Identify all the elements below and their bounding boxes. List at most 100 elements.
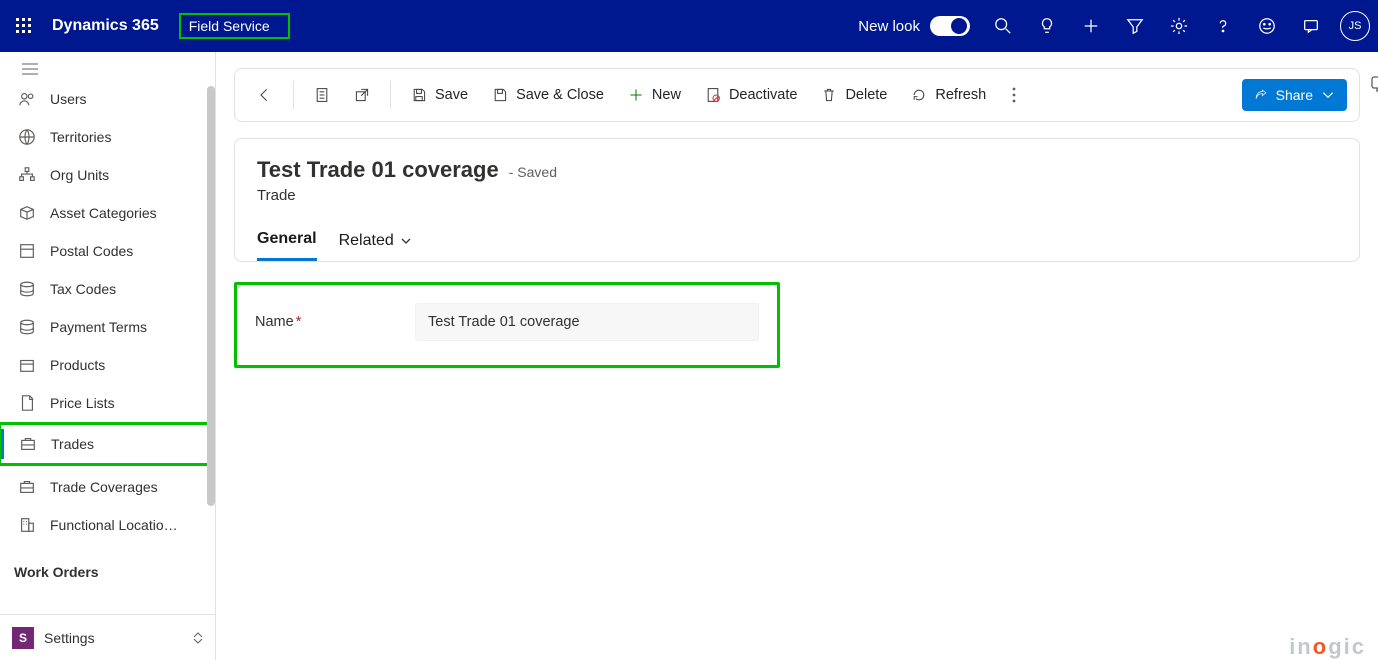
help-button[interactable] [1202, 0, 1244, 52]
back-icon [257, 87, 273, 103]
area-switcher[interactable]: S Settings [0, 614, 215, 660]
nav-item-trades[interactable]: Trades [1, 425, 212, 463]
nav-label: Postal Codes [50, 243, 133, 259]
nav-label: Org Units [50, 167, 109, 183]
watermark: inogic [1289, 634, 1366, 660]
search-icon [994, 17, 1012, 35]
nav-group-work-orders: Work Orders [0, 544, 215, 586]
question-icon [1214, 17, 1232, 35]
briefcase-icon [19, 435, 37, 453]
asset-icon [18, 204, 36, 222]
share-label: Share [1276, 87, 1313, 103]
save-close-icon [492, 87, 508, 103]
plus-icon [1082, 17, 1100, 35]
nav-item-price-lists[interactable]: Price Lists [0, 384, 215, 422]
form-icon [314, 87, 330, 103]
deactivate-button[interactable]: Deactivate [695, 77, 808, 113]
new-button[interactable]: New [618, 77, 691, 113]
refresh-button[interactable]: Refresh [901, 77, 996, 113]
copilot-rail-button[interactable] [1364, 68, 1378, 100]
gear-icon [1170, 17, 1188, 35]
nav-item-payment-terms[interactable]: Payment Terms [0, 308, 215, 346]
nav-item-postal-codes[interactable]: Postal Codes [0, 232, 215, 270]
new-look-label: New look [858, 18, 920, 35]
record-header: Test Trade 01 coverage - Saved Trade Gen… [234, 138, 1360, 262]
app-name[interactable]: Field Service [189, 18, 270, 34]
nav-scroll[interactable]: Users Territories Org Units Asset Catego… [0, 86, 215, 614]
funnel-icon [1126, 17, 1144, 35]
globe-icon [18, 128, 36, 146]
delete-button[interactable]: Delete [811, 77, 897, 113]
sidebar: Users Territories Org Units Asset Catego… [0, 52, 216, 660]
filter-button[interactable] [1114, 0, 1156, 52]
user-avatar[interactable]: JS [1340, 11, 1370, 41]
settings-button[interactable] [1158, 0, 1200, 52]
nav-label: Territories [50, 129, 111, 145]
nav-item-users[interactable]: Users [0, 86, 215, 118]
area-badge: S [12, 627, 34, 649]
tab-label: Related [339, 232, 394, 250]
record-saved-indicator: - Saved [509, 164, 557, 180]
field-name-label: Name* [255, 314, 415, 330]
share-button[interactable]: Share [1242, 79, 1347, 111]
area-updown-icon [193, 632, 203, 644]
nav-label: Functional Locatio… [50, 517, 178, 533]
deactivate-icon [705, 87, 721, 103]
save-button[interactable]: Save [401, 77, 478, 113]
nav-label: Products [50, 357, 105, 373]
stack-icon [18, 280, 36, 298]
avatar-initials: JS [1349, 20, 1362, 32]
search-button[interactable] [982, 0, 1024, 52]
waffle-icon [16, 18, 32, 34]
nav-item-territories[interactable]: Territories [0, 118, 215, 156]
box-icon [18, 356, 36, 374]
chat-icon [1302, 17, 1320, 35]
back-button[interactable] [247, 77, 283, 113]
building-icon [18, 516, 36, 534]
nav-item-org-units[interactable]: Org Units [0, 156, 215, 194]
brand-title[interactable]: Dynamics 365 [48, 17, 175, 35]
feedback-button[interactable] [1246, 0, 1288, 52]
nav-label: Asset Categories [50, 205, 157, 221]
trash-icon [821, 87, 837, 103]
assist-button[interactable] [1290, 0, 1332, 52]
field-name-input[interactable] [415, 303, 759, 341]
tab-general[interactable]: General [257, 230, 317, 261]
doc-icon [18, 394, 36, 412]
share-icon [1254, 88, 1268, 102]
users-icon [18, 90, 36, 108]
tab-related[interactable]: Related [339, 230, 412, 261]
area-label: Settings [44, 630, 183, 646]
app-launcher[interactable] [0, 0, 48, 52]
nav-label: Payment Terms [50, 319, 147, 335]
tab-label: General [257, 230, 317, 248]
save-label: Save [435, 87, 468, 103]
sidebar-collapse[interactable] [0, 52, 215, 86]
insights-button[interactable] [1026, 0, 1068, 52]
chevron-down-icon [1321, 88, 1335, 102]
nav-label: Users [50, 91, 87, 107]
more-vertical-icon [1012, 87, 1016, 103]
form-selector-button[interactable] [304, 77, 340, 113]
nav-item-functional-locations[interactable]: Functional Locatio… [0, 506, 215, 544]
add-button[interactable] [1070, 0, 1112, 52]
lightbulb-icon [1038, 17, 1056, 35]
more-commands-button[interactable] [1000, 87, 1028, 103]
stack-icon [18, 318, 36, 336]
hamburger-icon [22, 63, 38, 75]
nav-label: Tax Codes [50, 281, 116, 297]
popout-icon [354, 87, 370, 103]
nav-label: Trades [51, 436, 94, 452]
nav-item-tax-codes[interactable]: Tax Codes [0, 270, 215, 308]
delete-label: Delete [845, 87, 887, 103]
save-close-button[interactable]: Save & Close [482, 77, 614, 113]
top-navbar: Dynamics 365 Field Service New look JS [0, 0, 1378, 52]
nav-item-products[interactable]: Products [0, 346, 215, 384]
record-entity-type: Trade [257, 187, 1337, 204]
open-new-window-button[interactable] [344, 77, 380, 113]
new-look-toggle[interactable]: New look [858, 16, 970, 36]
refresh-label: Refresh [935, 87, 986, 103]
nav-item-asset-categories[interactable]: Asset Categories [0, 194, 215, 232]
postal-icon [18, 242, 36, 260]
nav-item-trade-coverages[interactable]: Trade Coverages [0, 468, 215, 506]
